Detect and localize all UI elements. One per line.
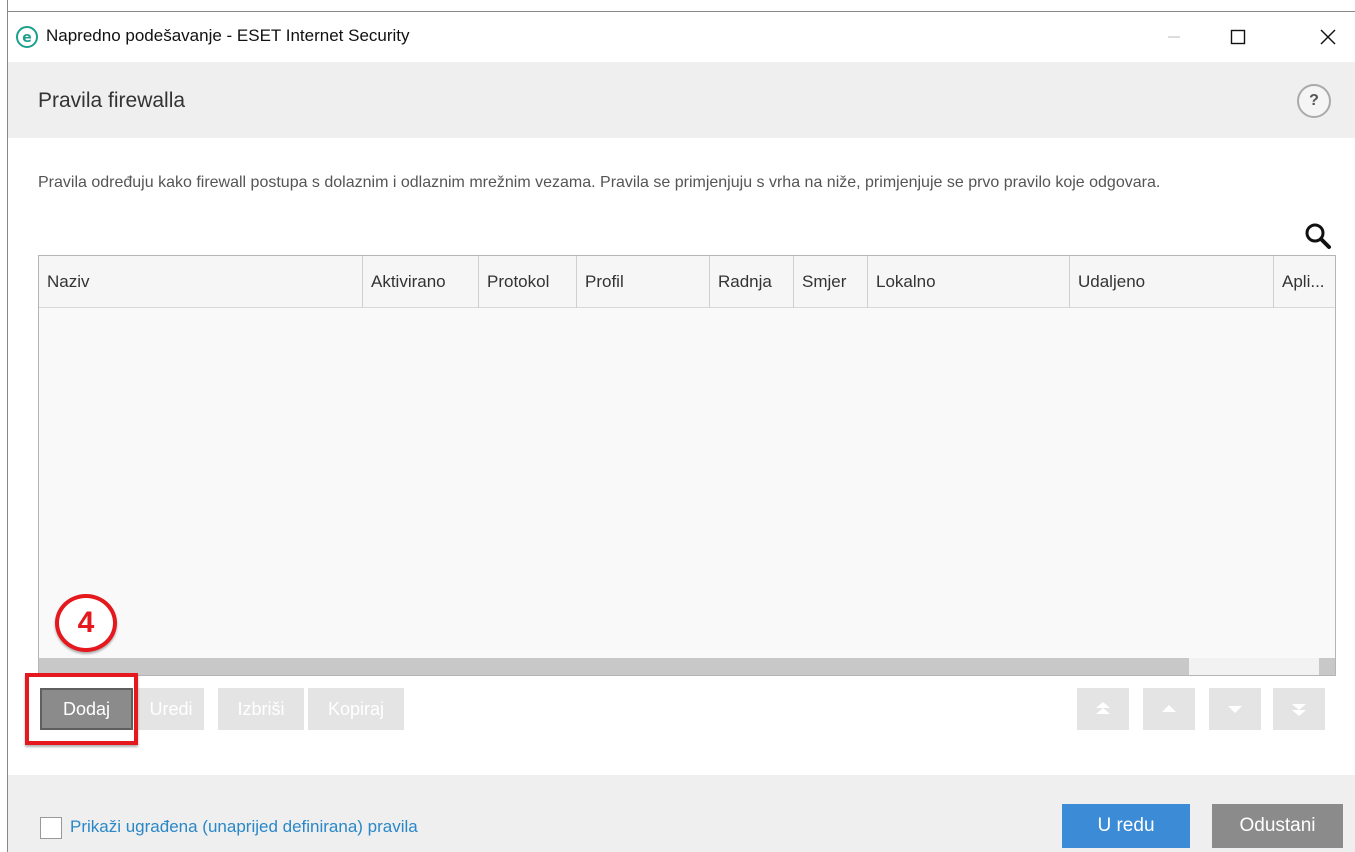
table-header: Naziv Aktivirano Protokol Profil Radnja … [39, 256, 1335, 308]
minimize-button[interactable] [1151, 12, 1197, 62]
help-glyph: ? [1309, 92, 1319, 109]
show-builtin-rules-label[interactable]: Prikaži ugrađena (unaprijed definirana) … [70, 817, 418, 837]
background-window-edge-left [0, 0, 8, 852]
column-header-smjer[interactable]: Smjer [793, 256, 867, 308]
close-button[interactable] [1305, 12, 1351, 62]
firewall-rules-table[interactable]: Naziv Aktivirano Protokol Profil Radnja … [38, 255, 1336, 676]
copy-rule-button[interactable]: Kopiraj [308, 688, 404, 730]
page-title: Pravila firewalla [38, 89, 186, 112]
move-to-bottom-button[interactable] [1273, 688, 1325, 730]
step-number: 4 [77, 606, 95, 639]
show-builtin-rules-checkbox[interactable] [40, 817, 62, 839]
column-header-protokol[interactable]: Protokol [478, 256, 576, 308]
edit-rule-button[interactable]: Uredi [138, 688, 204, 730]
step-number-badge: 4 [55, 594, 117, 652]
window-title: Napredno podešavanje - ESET Internet Sec… [46, 26, 410, 45]
rules-description: Pravila određuju kako firewall postupa s… [38, 174, 1161, 191]
title-bar[interactable]: e Napredno podešavanje - ESET Internet S… [8, 12, 1355, 62]
move-down-button[interactable] [1209, 688, 1261, 730]
search-icon [1305, 223, 1331, 249]
svg-text:e: e [22, 30, 32, 46]
move-up-button[interactable] [1143, 688, 1195, 730]
double-chevron-up-icon [1096, 702, 1110, 714]
cancel-button[interactable]: Odustani [1212, 804, 1343, 848]
page-header: Pravila firewalla ? [8, 62, 1355, 138]
column-header-aktivirano[interactable]: Aktivirano [362, 256, 478, 308]
delete-rule-button[interactable]: Izbriši [218, 688, 304, 730]
eset-logo-icon: e [16, 26, 38, 48]
maximize-button[interactable] [1215, 12, 1261, 62]
advanced-setup-window: e Napredno podešavanje - ESET Internet S… [8, 12, 1355, 852]
double-chevron-down-icon [1292, 704, 1306, 716]
chevron-down-icon [1228, 706, 1242, 713]
minimize-icon [1168, 36, 1180, 38]
search-button[interactable] [1298, 217, 1338, 255]
column-header-aplikacija[interactable]: Apli... [1273, 256, 1335, 308]
horizontal-scrollbar[interactable] [39, 658, 1335, 675]
dialog-footer: Prikaži ugrađena (unaprijed definirana) … [8, 775, 1355, 852]
column-header-udaljeno[interactable]: Udaljeno [1069, 256, 1273, 308]
maximize-icon [1230, 29, 1246, 45]
move-to-top-button[interactable] [1077, 688, 1129, 730]
column-header-profil[interactable]: Profil [576, 256, 709, 308]
column-header-lokalno[interactable]: Lokalno [867, 256, 1069, 308]
close-icon [1320, 29, 1336, 45]
chevron-up-icon [1162, 705, 1176, 712]
column-header-radnja[interactable]: Radnja [709, 256, 793, 308]
background-window-edge-top [0, 0, 1355, 12]
column-header-naziv[interactable]: Naziv [39, 256, 362, 308]
help-icon[interactable]: ? [1297, 84, 1331, 118]
step-highlight-frame [25, 673, 138, 745]
horizontal-scrollbar-thumb[interactable] [1189, 658, 1319, 675]
ok-button[interactable]: U redu [1062, 804, 1190, 848]
